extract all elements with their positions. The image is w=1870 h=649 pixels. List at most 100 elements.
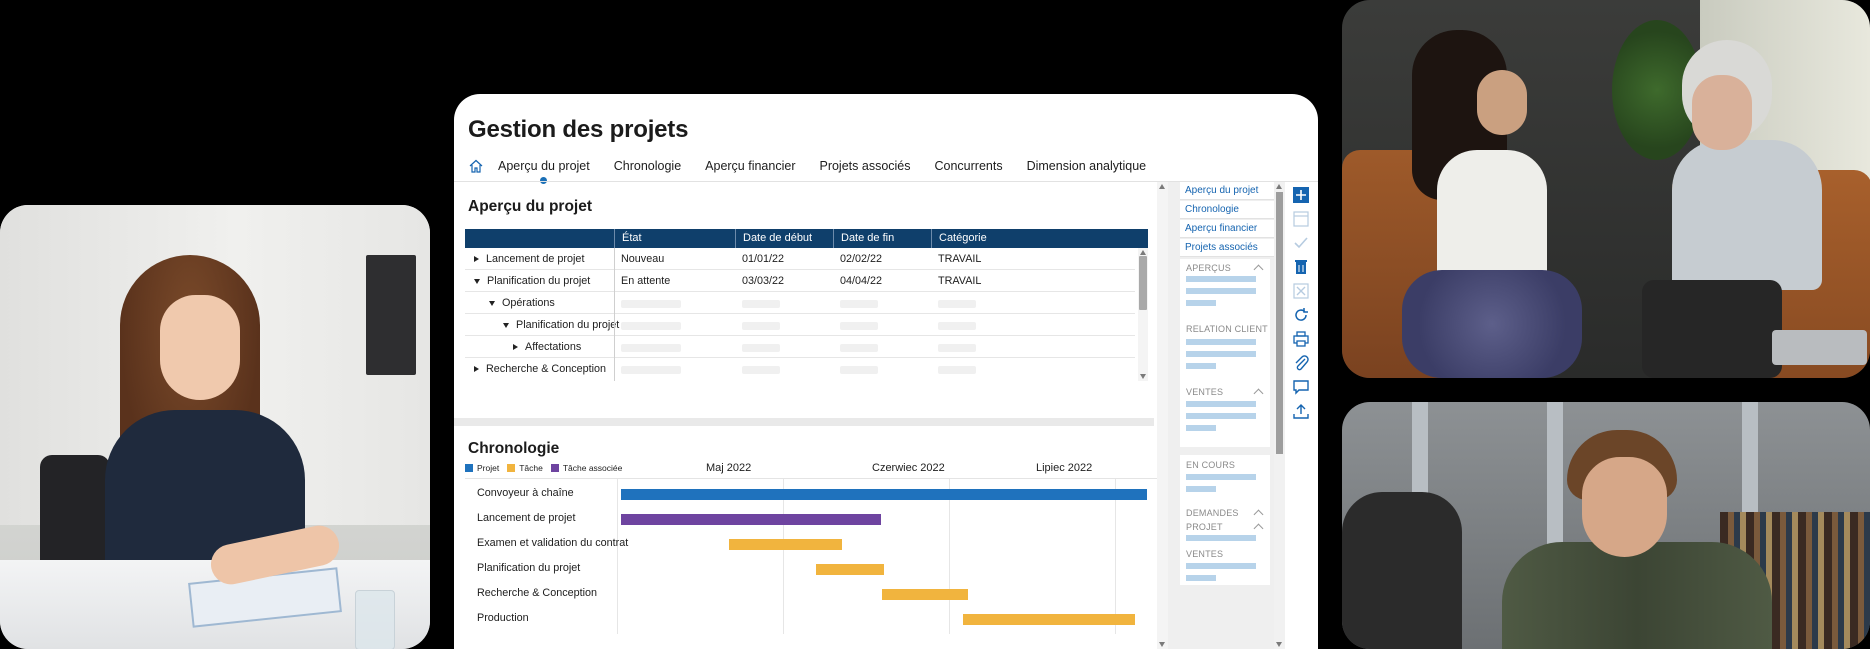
add-icon[interactable]: [1292, 186, 1310, 204]
column-header-etat[interactable]: État: [614, 229, 735, 248]
gantt-bar[interactable]: [621, 489, 1147, 500]
scroll-down-icon[interactable]: [1140, 374, 1146, 379]
side-scrollbar[interactable]: [1274, 182, 1285, 649]
expand-icon[interactable]: [513, 344, 518, 351]
tab-apercu-projet[interactable]: Aperçu du projet: [498, 159, 590, 184]
side-section-heading: DEMANDES: [1186, 508, 1239, 518]
gantt-bar[interactable]: [728, 539, 842, 550]
chevron-up-icon[interactable]: [1253, 523, 1264, 534]
project-grid: État Date de début Date de fin Catégorie…: [465, 229, 1158, 402]
gantt-bar[interactable]: [815, 564, 884, 575]
row-end: 02/02/22: [840, 253, 883, 265]
table-row[interactable]: Lancement de projet Nouveau 01/01/22 02/…: [465, 248, 1135, 270]
placeholder-cell: [621, 344, 681, 352]
side-link-financier[interactable]: Aperçu financier: [1180, 220, 1278, 238]
chevron-up-icon[interactable]: [1253, 509, 1264, 520]
gantt-bar[interactable]: [962, 614, 1136, 625]
placeholder-cell: [938, 300, 976, 308]
gantt-row[interactable]: Recherche & Conception: [465, 581, 1158, 606]
section-divider: [454, 418, 1154, 426]
gantt-row[interactable]: Planification du projet: [465, 556, 1158, 581]
gantt-row[interactable]: Examen et validation du contrat: [465, 531, 1158, 556]
gantt-bar[interactable]: [621, 514, 882, 525]
placeholder-cell: [840, 344, 878, 352]
chevron-up-icon[interactable]: [1253, 264, 1264, 275]
print-icon[interactable]: [1292, 330, 1310, 348]
marketing-composition: Gestion des projets Aperçu du projet Chr…: [0, 0, 1870, 649]
scroll-thumb[interactable]: [1276, 192, 1283, 454]
tab-projets-associes[interactable]: Projets associés: [819, 159, 910, 173]
check-icon[interactable]: [1292, 234, 1310, 252]
table-row[interactable]: Planification du projet En attente 03/03…: [465, 270, 1135, 292]
side-section-heading: RELATION CLIENT: [1186, 324, 1268, 334]
row-state: En attente: [621, 275, 671, 287]
side-panel: Aperçu du projet Chronologie Aperçu fina…: [1168, 182, 1278, 649]
gantt-chart: Convoyeur à chaîne Lancement de projet Exa…: [465, 478, 1158, 634]
row-name: Affectations: [525, 341, 582, 353]
column-header-date-fin[interactable]: Date de fin: [833, 229, 931, 248]
gantt-row[interactable]: Lancement de projet: [465, 506, 1158, 531]
row-name: Recherche & Conception: [486, 363, 607, 375]
comment-icon[interactable]: [1292, 378, 1310, 396]
tab-chronologie[interactable]: Chronologie: [614, 159, 681, 173]
row-state: Nouveau: [621, 253, 665, 265]
row-name: Opérations: [502, 297, 555, 309]
expand-icon[interactable]: [474, 256, 479, 263]
delete-icon[interactable]: [1292, 258, 1310, 276]
scroll-thumb[interactable]: [1139, 256, 1147, 310]
home-icon[interactable]: [468, 158, 484, 174]
scroll-up-icon[interactable]: [1276, 184, 1282, 189]
grid-scrollbar[interactable]: [1138, 248, 1148, 381]
tab-apercu-financier[interactable]: Aperçu financier: [705, 159, 795, 173]
scroll-down-icon[interactable]: [1276, 642, 1282, 647]
row-end: 04/04/22: [840, 275, 883, 287]
column-header-date-debut[interactable]: Date de début: [735, 229, 833, 248]
gantt-row-label: Lancement de projet: [477, 512, 576, 524]
placeholder-cell: [840, 322, 878, 330]
scroll-up-icon[interactable]: [1159, 184, 1165, 189]
attach-icon[interactable]: [1292, 354, 1310, 372]
overview-title: Aperçu du projet: [468, 198, 593, 215]
table-row[interactable]: Planification du projet: [465, 314, 1135, 336]
tab-concurrents[interactable]: Concurrents: [935, 159, 1003, 173]
refresh-icon[interactable]: [1292, 306, 1310, 324]
side-link-apercu[interactable]: Aperçu du projet: [1180, 182, 1278, 200]
gantt-row[interactable]: Production: [465, 606, 1158, 631]
row-category: TRAVAIL: [938, 253, 982, 265]
placeholder-cell: [938, 322, 976, 330]
side-section-heading: PROJET: [1186, 522, 1223, 532]
tab-dimension-analytique[interactable]: Dimension analytique: [1027, 159, 1147, 173]
photo-woman-writing: [0, 205, 430, 649]
gantt-row[interactable]: Convoyeur à chaîne: [465, 481, 1158, 506]
placeholder-cell: [621, 366, 681, 374]
expand-icon[interactable]: [474, 366, 479, 373]
placeholder-cell: [938, 366, 976, 374]
table-row[interactable]: Opérations: [465, 292, 1135, 314]
window-icon[interactable]: [1292, 210, 1310, 228]
side-link-projets[interactable]: Projets associés: [1180, 239, 1278, 257]
chevron-up-icon[interactable]: [1253, 388, 1264, 399]
placeholder-cell: [621, 300, 681, 308]
gantt-row-label: Planification du projet: [477, 562, 581, 574]
table-row[interactable]: Recherche & Conception: [465, 358, 1135, 380]
grid-header: État Date de début Date de fin Catégorie: [465, 229, 1148, 248]
side-link-chronologie[interactable]: Chronologie: [1180, 201, 1278, 219]
main-scrollbar[interactable]: [1157, 182, 1168, 649]
close-icon[interactable]: [1292, 282, 1310, 300]
collapse-icon[interactable]: [474, 278, 480, 284]
column-header-categorie[interactable]: Catégorie: [931, 229, 1148, 248]
legend-item: Tâche: [507, 463, 543, 473]
table-row[interactable]: Affectations: [465, 336, 1135, 358]
row-name: Planification du projet: [516, 319, 620, 331]
collapse-icon[interactable]: [489, 300, 495, 306]
upload-icon[interactable]: [1292, 402, 1310, 420]
scroll-down-icon[interactable]: [1159, 642, 1165, 647]
gantt-bar[interactable]: [882, 589, 969, 600]
month-label: Maj 2022: [706, 462, 752, 474]
collapse-icon[interactable]: [503, 322, 509, 328]
row-start: 01/01/22: [742, 253, 785, 265]
timeline-title: Chronologie: [468, 440, 560, 457]
scroll-up-icon[interactable]: [1140, 250, 1146, 255]
side-card: APERÇUS RELATION CLIENT VENTES: [1180, 259, 1270, 447]
placeholder-cell: [742, 300, 780, 308]
